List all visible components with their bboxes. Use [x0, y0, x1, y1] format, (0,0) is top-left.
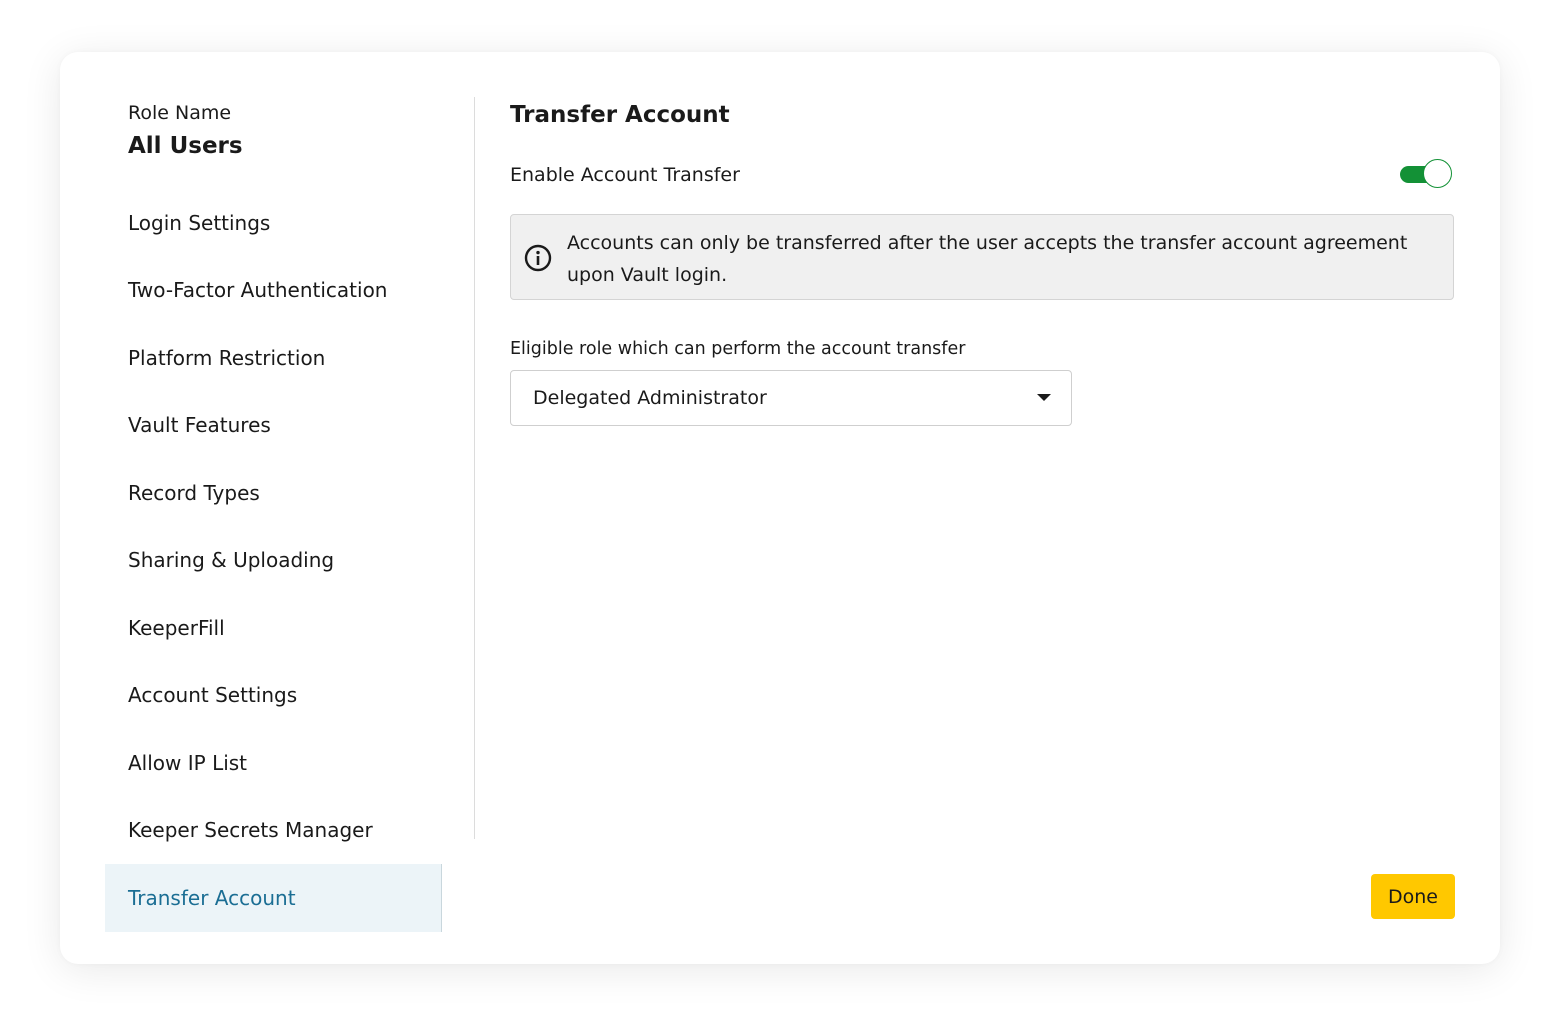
sidebar-item-login-settings[interactable]: Login Settings [105, 189, 442, 257]
role-name-value: All Users [128, 133, 243, 159]
sidebar-item-account-settings[interactable]: Account Settings [105, 662, 442, 730]
sidebar-item-platform-restriction[interactable]: Platform Restriction [105, 324, 442, 392]
sidebar-item-keeperfill[interactable]: KeeperFill [105, 594, 442, 662]
info-circle-icon [524, 244, 552, 272]
sidebar-item-transfer-account[interactable]: Transfer Account [105, 864, 442, 932]
sidebar-item-sharing-uploading[interactable]: Sharing & Uploading [105, 527, 442, 595]
sidebar-item-record-types[interactable]: Record Types [105, 459, 442, 527]
sidebar-divider [474, 97, 475, 839]
settings-sidebar-nav: Login Settings Two-Factor Authentication… [105, 189, 442, 932]
sidebar-item-allow-ip-list[interactable]: Allow IP List [105, 729, 442, 797]
role-settings-modal: Role Name All Users Login Settings Two-F… [60, 52, 1500, 964]
eligible-role-label: Eligible role which can perform the acco… [510, 339, 966, 359]
caret-down-icon [1037, 394, 1051, 401]
section-title: Transfer Account [510, 102, 730, 128]
toggle-knob [1423, 159, 1452, 188]
eligible-role-select[interactable]: Delegated Administrator [510, 370, 1072, 426]
eligible-role-select-value: Delegated Administrator [533, 387, 767, 409]
sidebar-item-keeper-secrets-manager[interactable]: Keeper Secrets Manager [105, 797, 442, 865]
enable-transfer-label: Enable Account Transfer [510, 164, 740, 186]
role-name-label: Role Name [128, 102, 232, 124]
info-notice-text: Accounts can only be transferred after t… [567, 232, 1408, 286]
enable-transfer-toggle[interactable] [1400, 159, 1454, 190]
sidebar-item-two-factor-authentication[interactable]: Two-Factor Authentication [105, 257, 442, 325]
sidebar-item-vault-features[interactable]: Vault Features [105, 392, 442, 460]
done-button[interactable]: Done [1371, 874, 1455, 919]
info-notice: Accounts can only be transferred after t… [510, 214, 1454, 300]
